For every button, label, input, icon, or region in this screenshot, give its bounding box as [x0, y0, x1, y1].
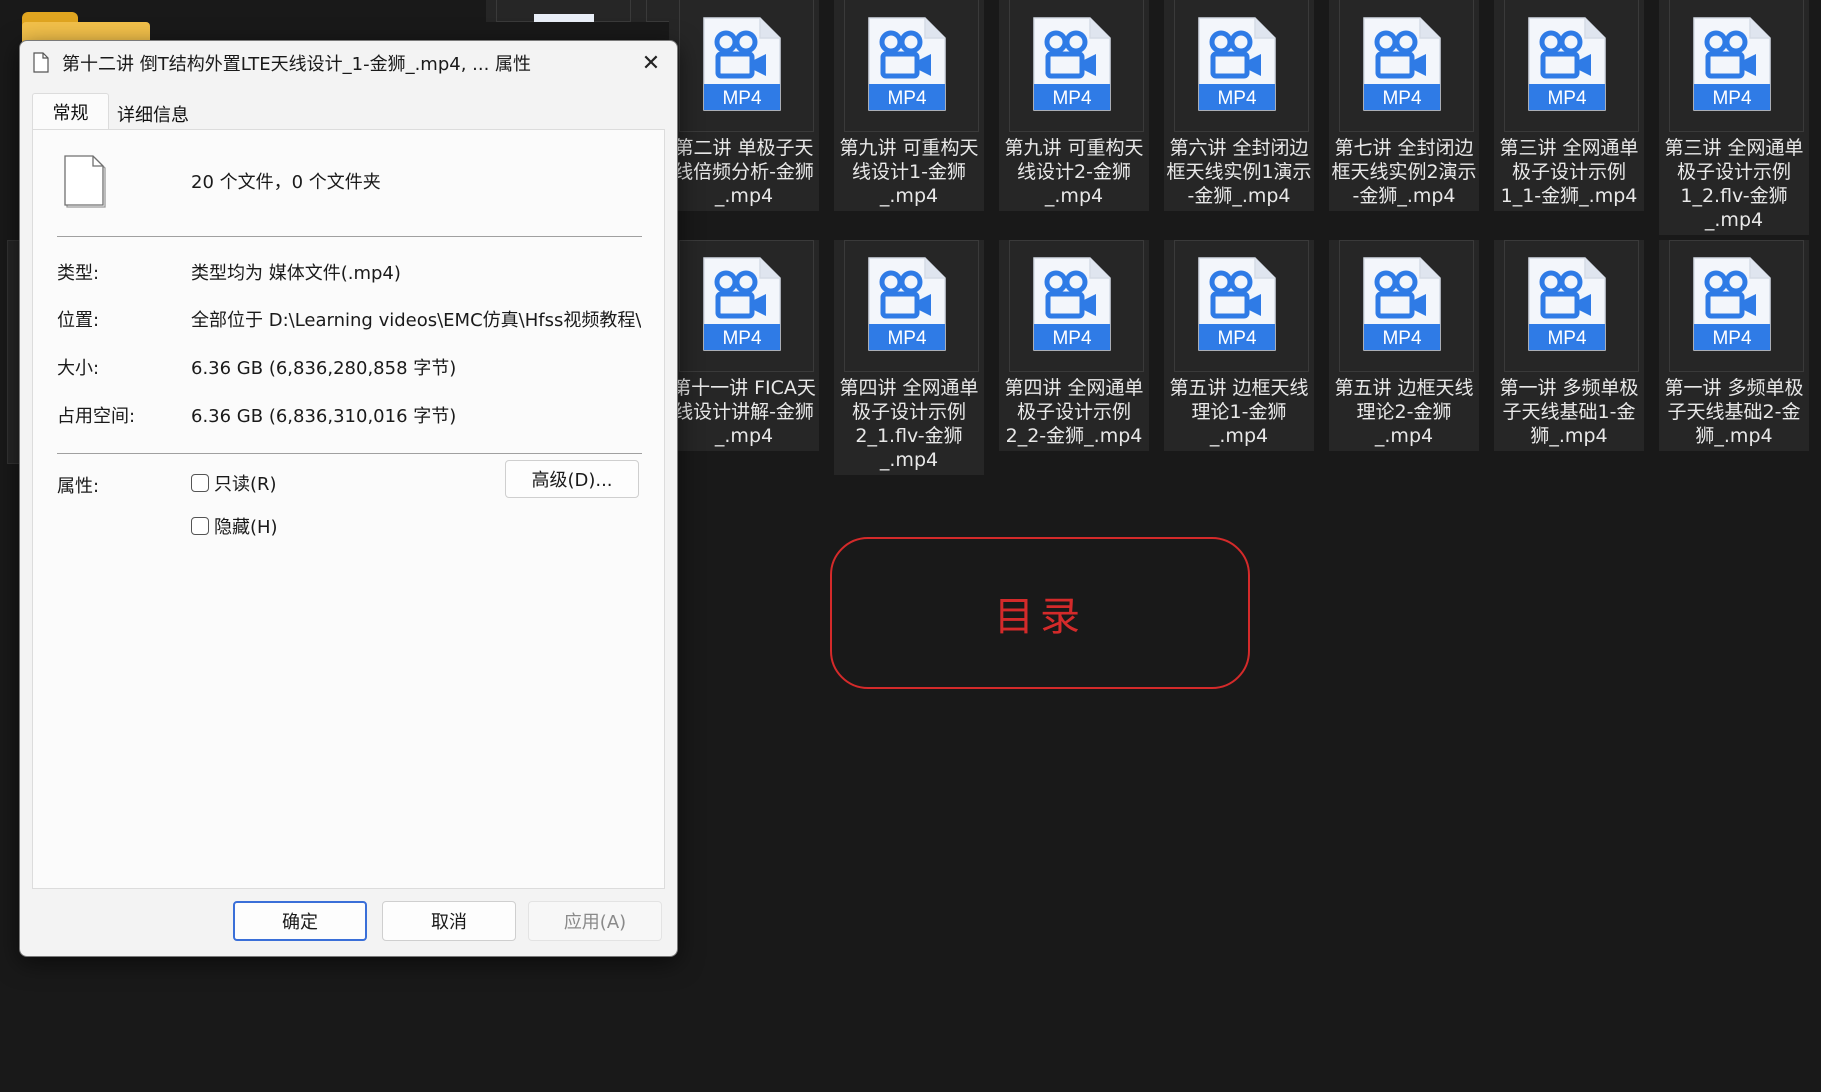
file-name-label: 第一讲 多频单极 子天线基础2-金 狮_.mp4	[1664, 377, 1804, 447]
mp4-badge-text: MP4	[1052, 88, 1092, 109]
mp4-badge-text: MP4	[1382, 88, 1422, 109]
file-tile[interactable]: MP4 第十一讲 FICA天 线设计讲解-金狮 _.mp4	[669, 240, 819, 451]
file-name-label: 第五讲 边框天线 理论2-金狮 _.mp4	[1334, 377, 1474, 447]
mp4-badge-text: MP4	[1382, 328, 1422, 349]
file-tile[interactable]: MP4 第五讲 边框天线 理论2-金狮 _.mp4	[1329, 240, 1479, 451]
disk-size-label: 占用空间:	[57, 406, 136, 427]
mp4-badge-text: MP4	[1547, 88, 1587, 109]
mp4-video-icon: MP4	[1693, 17, 1771, 111]
mp4-video-icon: MP4	[1693, 257, 1771, 351]
ok-button[interactable]: 确定	[233, 901, 367, 941]
file-name-label: 第九讲 可重构天 线设计2-金狮 _.mp4	[1004, 137, 1144, 207]
file-tile[interactable]: MP4 第九讲 可重构天 线设计1-金狮 _.mp4	[834, 0, 984, 211]
file-name-label: 第四讲 全网通单 极子设计示例 2_1.flv-金狮 _.mp4	[839, 377, 979, 471]
file-name-label: 第四讲 全网通单 极子设计示例 2_2-金狮_.mp4	[1004, 377, 1144, 447]
readonly-label: 只读(R)	[214, 474, 277, 495]
file-tile[interactable]: MP4 第四讲 全网通单 极子设计示例 2_1.flv-金狮 _.mp4	[834, 240, 984, 475]
mp4-video-icon: MP4	[1198, 257, 1276, 351]
partial-file-tile[interactable]	[486, 0, 636, 22]
apply-button[interactable]: 应用(A)	[528, 901, 662, 941]
multiple-files-icon	[64, 155, 106, 208]
file-name-label: 第十一讲 FICA天 线设计讲解-金狮 _.mp4	[672, 377, 816, 447]
location-value[interactable]: 全部位于 D:\Learning videos\EMC仿真\Hfss视频教程\H	[191, 306, 641, 332]
size-value: 6.36 GB (6,836,280,858 字节)	[191, 358, 457, 379]
hidden-checkbox[interactable]: 隐藏(H)	[191, 513, 278, 539]
type-label: 类型:	[57, 263, 100, 284]
tab-details[interactable]: 详细信息	[111, 99, 195, 129]
mp4-video-icon: MP4	[703, 257, 781, 351]
table-of-contents-label: 目录	[830, 537, 1250, 689]
dialog-title: 第十二讲 倒T结构外置LTE天线设计_1-金狮_.mp4, ... 属性	[62, 54, 532, 75]
mp4-badge-text: MP4	[887, 328, 927, 349]
file-tile[interactable]: MP4 第四讲 全网通单 极子设计示例 2_2-金狮_.mp4	[999, 240, 1149, 451]
file-tile[interactable]: MP4 第一讲 多频单极 子天线基础2-金 狮_.mp4	[1659, 240, 1809, 451]
mp4-video-icon: MP4	[868, 17, 946, 111]
file-tile[interactable]: MP4 第三讲 全网通单 极子设计示例 1_1-金狮_.mp4	[1494, 0, 1644, 211]
properties-dialog: 第十二讲 倒T结构外置LTE天线设计_1-金狮_.mp4, ... 属性 ✕ 常…	[19, 40, 678, 957]
mp4-badge-text: MP4	[1217, 88, 1257, 109]
mp4-video-icon: MP4	[1198, 17, 1276, 111]
mp4-badge-text: MP4	[1712, 88, 1752, 109]
close-icon: ✕	[641, 50, 661, 76]
file-name-label: 第九讲 可重构天 线设计1-金狮 _.mp4	[839, 137, 979, 207]
mp4-video-icon: MP4	[1033, 17, 1111, 111]
file-name-label: 第一讲 多频单极 子天线基础1-金 狮_.mp4	[1499, 377, 1639, 447]
mp4-video-icon: MP4	[1528, 17, 1606, 111]
location-label: 位置:	[57, 310, 100, 331]
checkbox-box[interactable]	[191, 474, 209, 492]
file-tile[interactable]: MP4 第五讲 边框天线 理论1-金狮 _.mp4	[1164, 240, 1314, 451]
cancel-button[interactable]: 取消	[382, 901, 516, 941]
divider	[57, 236, 642, 237]
file-name-label: 第三讲 全网通单 极子设计示例 1_2.flv-金狮 _.mp4	[1664, 137, 1804, 231]
divider	[57, 453, 642, 454]
mp4-video-icon: MP4	[1033, 257, 1111, 351]
mp4-badge-text: MP4	[1712, 328, 1752, 349]
checkbox-box[interactable]	[191, 517, 209, 535]
file-icon	[33, 52, 49, 73]
mp4-badge-text: MP4	[722, 328, 762, 349]
file-name-label: 第七讲 全封闭边 框天线实例2演示 -金狮_.mp4	[1331, 137, 1477, 207]
dialog-titlebar[interactable]: 第十二讲 倒T结构外置LTE天线设计_1-金狮_.mp4, ... 属性 ✕	[20, 41, 677, 85]
mp4-badge-text: MP4	[722, 88, 762, 109]
file-count-summary: 20 个文件，0 个文件夹	[191, 172, 381, 193]
hidden-label: 隐藏(H)	[214, 517, 278, 538]
mp4-video-icon: MP4	[1363, 17, 1441, 111]
advanced-button[interactable]: 高级(D)...	[505, 460, 639, 498]
mp4-badge-text: MP4	[1052, 328, 1092, 349]
file-name-label: 第五讲 边框天线 理论1-金狮 _.mp4	[1169, 377, 1309, 447]
disk-size-value: 6.36 GB (6,836,310,016 字节)	[191, 406, 457, 427]
size-label: 大小:	[57, 358, 100, 379]
file-tile[interactable]: MP4 第九讲 可重构天 线设计2-金狮 _.mp4	[999, 0, 1149, 211]
file-name-label: 第三讲 全网通单 极子设计示例 1_1-金狮_.mp4	[1499, 137, 1639, 207]
mp4-badge-text: MP4	[1547, 328, 1587, 349]
close-button[interactable]: ✕	[633, 47, 669, 79]
readonly-checkbox[interactable]: 只读(R)	[191, 470, 277, 496]
attributes-label: 属性:	[57, 476, 100, 497]
mp4-video-icon: MP4	[868, 257, 946, 351]
file-name-label: 第二讲 单极子天 线倍频分析-金狮 _.mp4	[674, 137, 814, 207]
file-tile[interactable]: MP4 第一讲 多频单极 子天线基础1-金 狮_.mp4	[1494, 240, 1644, 451]
file-tile[interactable]: MP4 第七讲 全封闭边 框天线实例2演示 -金狮_.mp4	[1329, 0, 1479, 211]
mp4-video-icon: MP4	[1528, 257, 1606, 351]
mp4-video-icon: MP4	[1363, 257, 1441, 351]
type-value: 类型均为 媒体文件(.mp4)	[191, 263, 401, 284]
file-tile[interactable]: MP4 第二讲 单极子天 线倍频分析-金狮 _.mp4	[669, 0, 819, 211]
file-name-label: 第六讲 全封闭边 框天线实例1演示 -金狮_.mp4	[1166, 137, 1312, 207]
general-panel: 20 个文件，0 个文件夹 类型: 类型均为 媒体文件(.mp4) 位置: 全部…	[32, 129, 665, 889]
mp4-badge-text: MP4	[887, 88, 927, 109]
file-tile[interactable]: MP4 第三讲 全网通单 极子设计示例 1_2.flv-金狮 _.mp4	[1659, 0, 1809, 235]
file-tile[interactable]: MP4 第六讲 全封闭边 框天线实例1演示 -金狮_.mp4	[1164, 0, 1314, 211]
tab-general[interactable]: 常规	[32, 93, 109, 130]
mp4-video-icon: MP4	[703, 17, 781, 111]
mp4-badge-text: MP4	[1217, 328, 1257, 349]
